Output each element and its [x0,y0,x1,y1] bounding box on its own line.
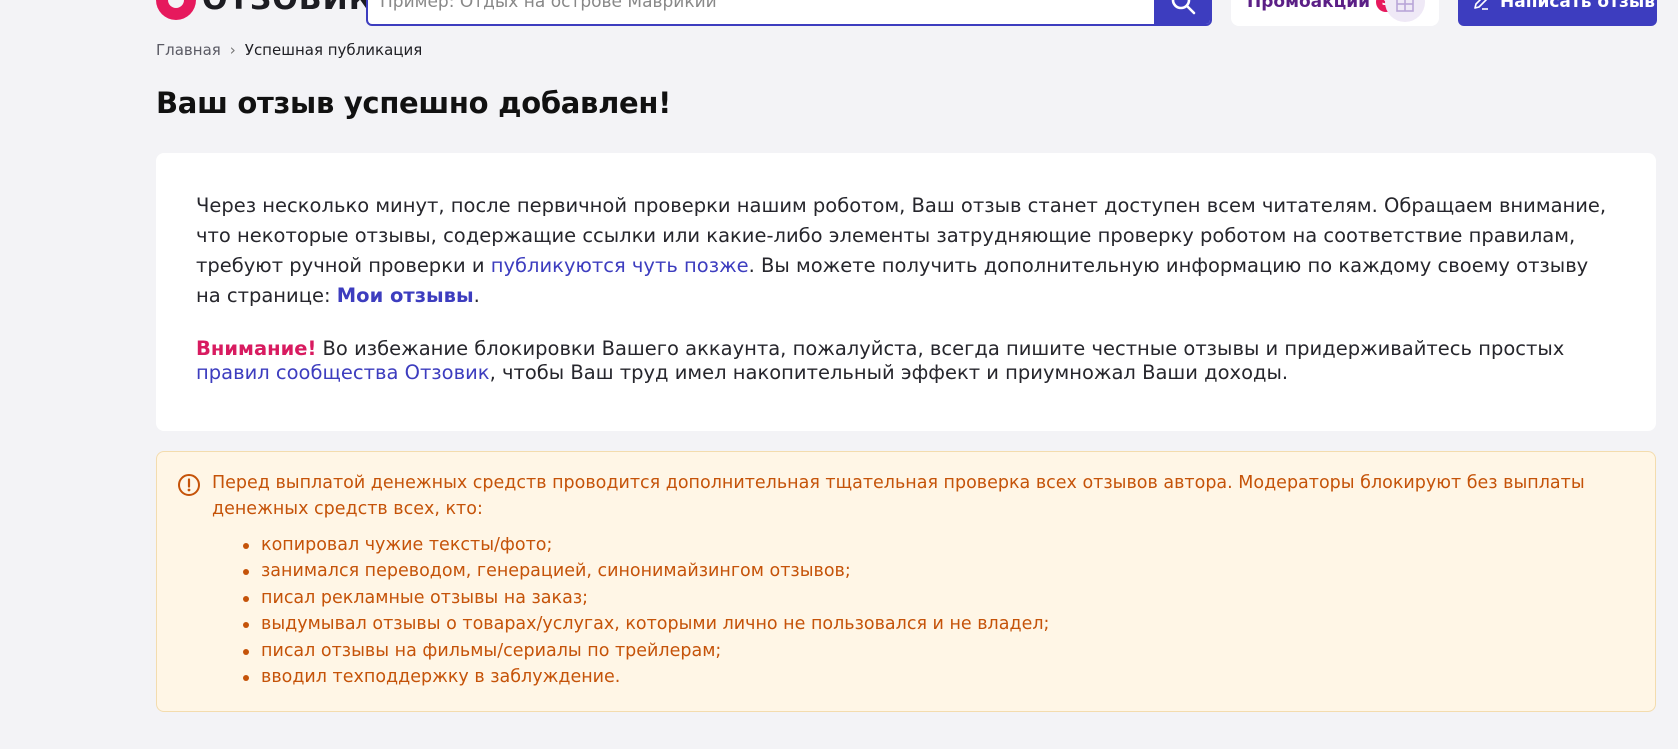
warning-text: Перед выплатой денежных средств проводит… [212,473,1585,519]
attention-text-part-2: , чтобы Ваш труд имел накопительный эффе… [489,361,1289,384]
breadcrumb: Главная › Успешная публикация [156,41,422,59]
page-title: Ваш отзыв успешно добавлен! [156,86,672,120]
my-reviews-link[interactable]: Мои отзывы [337,284,474,307]
site-header: ОТЗОВИК Промоакции 3 Написать отзыв [0,0,1678,30]
gift-icon [1385,0,1425,22]
promo-label: Промоакции [1247,0,1371,12]
payout-warning-box: Перед выплатой денежных средств проводит… [156,451,1656,712]
attention-note: Внимание! Во избежание блокировки Вашего… [196,337,1616,385]
list-item: выдумывал отзывы о товарах/услугах, кото… [242,611,1049,637]
exclamation-circle-icon [178,474,200,496]
list-item: писал отзывы на фильмы/сериалы по трейле… [242,638,1049,664]
site-logo[interactable]: ОТЗОВИК [156,0,374,22]
list-item: вводил техподдержку в заблуждение. [242,664,1049,690]
search-button[interactable] [1154,0,1210,24]
publication-info-text: Через несколько минут, после первичной п… [196,191,1616,311]
list-item: копировал чужие тексты/фото; [242,532,1049,558]
pencil-icon [1474,0,1488,10]
info-text-part-3: . [473,284,480,307]
attention-label: Внимание! [196,337,317,360]
search-box [366,0,1212,26]
breadcrumb-home-link[interactable]: Главная [156,41,221,59]
search-input[interactable] [368,0,1154,24]
write-review-button[interactable]: Написать отзыв [1458,0,1657,26]
list-item: занимался переводом, генерацией, синоним… [242,558,1049,584]
violations-list: копировал чужие тексты/фото; занимался п… [242,532,1049,690]
success-message-card: Через несколько минут, после первичной п… [156,153,1656,431]
search-icon [1171,0,1196,15]
attention-text-part-1: Во избежание блокировки Вашего аккаунта,… [316,337,1565,360]
published-later-link[interactable]: публикуются чуть позже [491,254,749,277]
write-review-label: Написать отзыв [1500,0,1655,12]
logo-mark-icon [156,0,196,20]
list-item: писал рекламные отзывы на заказ; [242,585,1049,611]
breadcrumb-current: Успешная публикация [244,41,423,59]
breadcrumb-separator: › [229,41,236,59]
community-rules-link[interactable]: правил сообщества Отзовик [196,361,490,384]
promo-button[interactable]: Промоакции 3 [1231,0,1439,26]
logo-text: ОТЗОВИК [202,0,374,22]
